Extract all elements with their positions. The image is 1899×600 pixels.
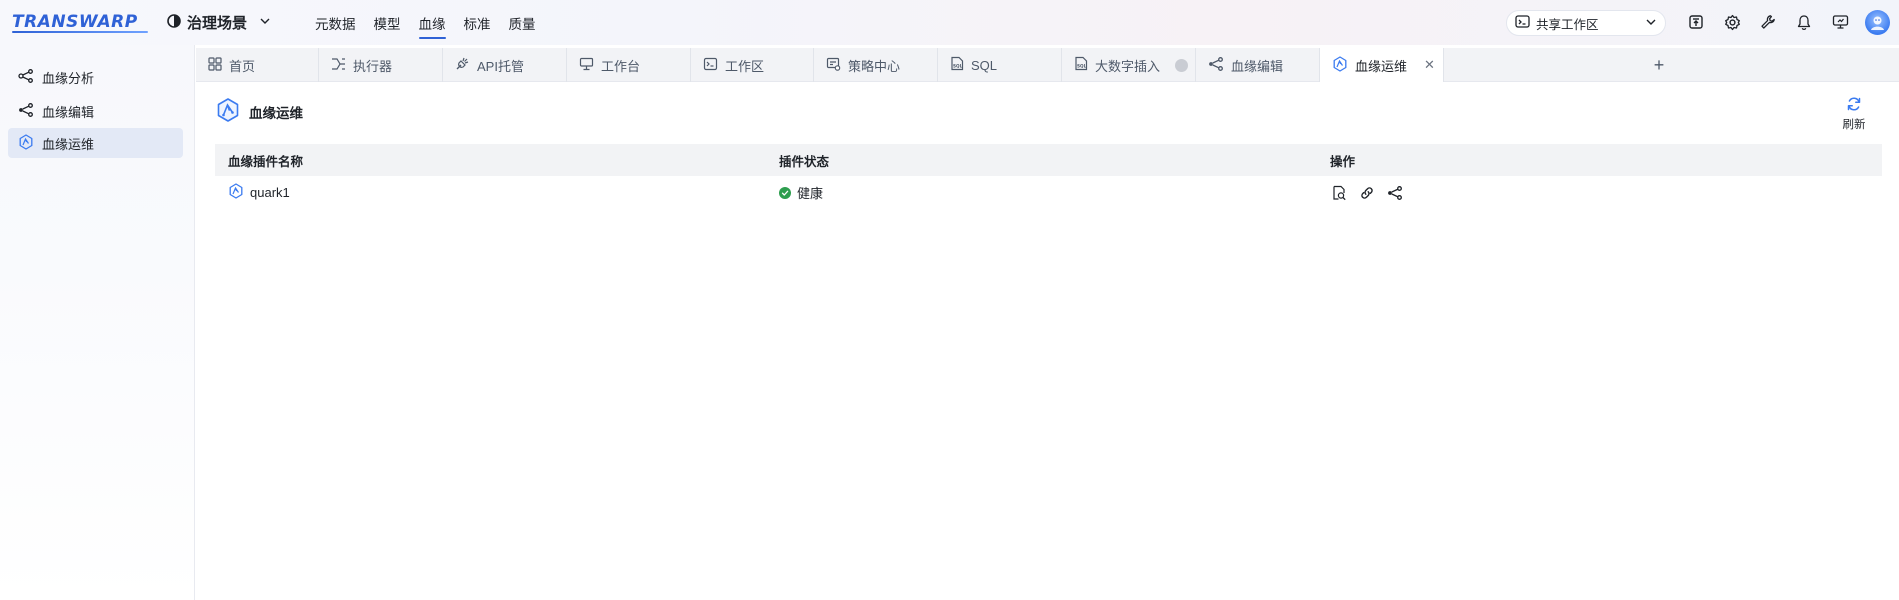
policy-icon (826, 57, 841, 74)
gear-icon[interactable] (1722, 11, 1742, 33)
grid-icon (208, 56, 222, 74)
status-badge: 健康 (797, 186, 824, 201)
tab-label: API托管 (477, 58, 524, 74)
plugin-actions-cell (1317, 184, 1882, 201)
lineage-edit-icon (1208, 56, 1224, 74)
lineage-edit-icon (18, 102, 34, 120)
tab-lineage-ops[interactable]: 血缘运维 ✕ (1320, 48, 1444, 82)
tab-workspace[interactable]: 工作区 (691, 48, 814, 82)
tab-api-hosting[interactable]: API托管 (443, 48, 567, 82)
nav-lineage[interactable]: 血缘 (410, 0, 455, 45)
lineage-ops-icon (18, 133, 34, 153)
top-bar: TRANSWARP 治理场景 元数据 模型 血缘 标准 质量 共享工作区 (0, 0, 1899, 45)
nav-quality[interactable]: 质量 (500, 0, 545, 45)
avatar[interactable] (1865, 10, 1890, 35)
workbench-icon (579, 57, 594, 74)
sidebar: 血缘分析 血缘编辑 血缘运维 (0, 45, 195, 600)
lineage-graph-icon[interactable] (1386, 184, 1403, 201)
tab-lineage-edit[interactable]: 血缘编辑 (1196, 48, 1320, 82)
sidebar-item-lineage-edit[interactable]: 血缘编辑 (8, 96, 183, 126)
add-tab-button[interactable]: + (1648, 54, 1670, 76)
terminal-icon (1515, 15, 1530, 31)
column-header-status: 插件状态 (779, 154, 830, 169)
executor-icon (331, 57, 346, 74)
page-header: 血缘运维 (215, 97, 303, 126)
nav-metadata[interactable]: 元数据 (306, 0, 365, 45)
terminal-icon (703, 57, 718, 74)
tab-label: 工作区 (725, 58, 765, 74)
check-circle-icon (779, 186, 791, 199)
column-header-name: 血缘插件名称 (228, 154, 304, 169)
tab-label: SQL (971, 57, 998, 73)
plugin-name: quark1 (250, 185, 290, 200)
tab-home[interactable]: 首页 (196, 48, 319, 82)
tab-label: 首页 (229, 58, 256, 74)
tab-executor[interactable]: 执行器 (319, 48, 443, 82)
scene-icon (167, 13, 181, 32)
lineage-graph-icon (18, 68, 34, 86)
logo-swoosh (12, 31, 148, 33)
brand-logo[interactable]: TRANSWARP (12, 12, 138, 32)
workspace-select[interactable]: 共享工作区 (1506, 10, 1666, 36)
chevron-down-icon (1645, 16, 1657, 31)
lineage-ops-icon (228, 183, 244, 202)
tab-sql[interactable]: SQL SQL (938, 48, 1062, 82)
table-row: quark1 健康 (215, 176, 1882, 209)
refresh-icon (1846, 96, 1862, 115)
svg-text:SQL: SQL (953, 64, 963, 69)
sidebar-item-lineage-analysis[interactable]: 血缘分析 (8, 62, 183, 92)
tab-label: 工作台 (601, 58, 641, 74)
plugin-status-cell: 健康 (766, 183, 1317, 202)
tab-policy-center[interactable]: 策略中心 (814, 48, 938, 82)
top-nav: 元数据 模型 血缘 标准 质量 (306, 0, 545, 45)
page-title: 血缘运维 (249, 105, 303, 121)
close-icon[interactable]: ✕ (1424, 57, 1435, 73)
tab-label: 策略中心 (848, 58, 901, 74)
svg-text:SQL: SQL (1077, 64, 1087, 69)
refresh-label: 刷新 (1842, 119, 1866, 131)
tab-big-number-insert[interactable]: SQL 大数字插入 (1062, 48, 1196, 82)
lineage-ops-icon (215, 97, 241, 126)
tab-label: 血缘运维 (1355, 58, 1408, 74)
scene-label: 治理场景 (187, 15, 248, 32)
link-icon[interactable] (1358, 184, 1375, 201)
tab-bar: 首页 执行器 API托管 工作台 工作区 策略中心 SQL SQL SQL 大数… (196, 48, 1899, 82)
sidebar-item-lineage-ops[interactable]: 血缘运维 (8, 128, 183, 158)
sidebar-item-label: 血缘编辑 (42, 104, 95, 120)
column-header-actions: 操作 (1330, 154, 1356, 169)
publish-icon[interactable] (1686, 11, 1706, 33)
nav-model[interactable]: 模型 (365, 0, 410, 45)
sidebar-item-label: 血缘分析 (42, 70, 95, 86)
lineage-ops-icon (1332, 55, 1348, 75)
sql-file-icon: SQL (1074, 56, 1088, 74)
refresh-button[interactable]: 刷新 (1838, 96, 1870, 132)
tab-workbench[interactable]: 工作台 (567, 48, 691, 82)
tab-label: 血缘编辑 (1231, 58, 1284, 74)
plugin-name-cell: quark1 (215, 183, 766, 202)
header-icons (1686, 11, 1850, 33)
api-icon (455, 56, 470, 74)
wrench-icon[interactable] (1758, 11, 1778, 33)
sidebar-item-label: 血缘运维 (42, 136, 95, 152)
workspace-label: 共享工作区 (1536, 17, 1599, 32)
scene-switcher[interactable]: 治理场景 (167, 12, 271, 33)
tab-label: 大数字插入 (1095, 58, 1161, 74)
tab-label: 执行器 (353, 58, 393, 74)
monitor-icon[interactable] (1830, 11, 1850, 33)
table-header: 血缘插件名称 插件状态 操作 (215, 144, 1882, 176)
sql-file-icon: SQL (950, 56, 964, 74)
plugin-table: 血缘插件名称 插件状态 操作 quark1 健康 (215, 144, 1882, 209)
bell-icon[interactable] (1794, 11, 1814, 33)
nav-standard[interactable]: 标准 (455, 0, 500, 45)
unsaved-dot-icon[interactable] (1175, 58, 1189, 72)
chevron-down-icon (259, 14, 271, 31)
view-detail-icon[interactable] (1330, 184, 1347, 201)
